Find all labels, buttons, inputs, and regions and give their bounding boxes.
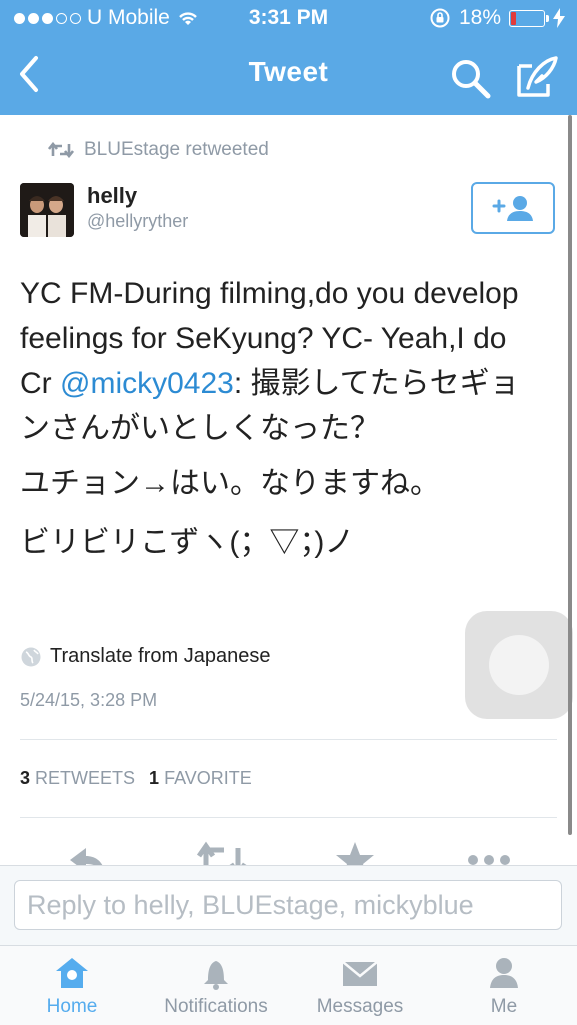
mention-link[interactable]: @micky0423 <box>60 367 234 400</box>
retweet-icon <box>48 142 74 158</box>
retweeted-by-label: BLUEstage retweeted <box>84 139 269 160</box>
battery-percent: 18% <box>458 6 501 29</box>
tab-bar: Home Notifications Messages Me <box>0 945 577 1025</box>
tweet-detail: BLUEstage retweeted helly @hellyryther Y… <box>0 115 577 870</box>
reply-bar: Reply to helly, BLUEstage, mickyblue <box>0 865 577 946</box>
author-name[interactable]: helly <box>87 183 137 209</box>
nav-bar: Tweet <box>0 38 577 115</box>
tweet-timestamp: 5/24/15, 3:28 PM <box>20 690 158 710</box>
status-right: 18% <box>429 6 565 30</box>
tab-me[interactable]: Me <box>432 946 576 1025</box>
favorites-label: FAVORITE <box>164 768 252 788</box>
tab-messages-label: Messages <box>316 996 404 1017</box>
home-icon <box>56 958 88 988</box>
tweet-paragraph-3: ビリビリこずヽ(；▽；)ノ <box>20 526 355 559</box>
battery-icon <box>509 9 549 27</box>
tab-messages[interactable]: Messages <box>288 946 432 1025</box>
tweet-text: YC FM-During filming,do you develop feel… <box>20 271 540 565</box>
assistive-touch-button[interactable] <box>465 611 573 719</box>
reply-input[interactable]: Reply to helly, BLUEstage, mickyblue <box>14 880 562 930</box>
rotation-lock-icon <box>430 8 450 28</box>
search-icon[interactable] <box>448 56 492 100</box>
add-user-icon <box>492 196 533 221</box>
retweets-label: RETWEETS <box>35 768 136 788</box>
envelope-icon <box>342 961 378 986</box>
avatar-photo-icon <box>20 183 74 237</box>
tweet-paragraph-1: YC FM-During filming,do you develop feel… <box>20 271 540 451</box>
follow-button[interactable] <box>471 182 555 234</box>
globe-icon <box>21 647 41 666</box>
tab-home[interactable]: Home <box>0 946 144 1025</box>
charging-bolt-icon <box>553 8 565 28</box>
tab-home-label: Home <box>46 996 98 1017</box>
author-handle[interactable]: @hellyryther <box>87 211 188 232</box>
favorites-stat[interactable]: 1 FAVORITE <box>149 768 252 789</box>
divider <box>20 817 557 818</box>
tweet-paragraph-2: ユチョン→はい。なりますね。 <box>20 467 440 500</box>
tab-notifications[interactable]: Notifications <box>144 946 288 1025</box>
avatar[interactable] <box>20 183 74 237</box>
compose-tweet-icon[interactable] <box>514 54 560 100</box>
translate-link[interactable]: Translate from Japanese <box>20 645 270 668</box>
bell-icon <box>204 961 228 990</box>
tab-me-label: Me <box>490 996 518 1017</box>
translate-label: Translate from Japanese <box>50 645 271 667</box>
status-bar: U Mobile 3:31 PM 18% <box>0 0 577 38</box>
tweet-stats: 3 RETWEETS 1 FAVORITE <box>20 768 252 789</box>
top-header: U Mobile 3:31 PM 18% Tweet <box>0 0 577 115</box>
retweets-stat[interactable]: 3 RETWEETS <box>20 768 135 789</box>
favorites-count: 1 <box>149 768 160 788</box>
retweets-count: 3 <box>20 768 31 788</box>
tab-notifications-label: Notifications <box>164 996 268 1017</box>
divider <box>20 739 557 740</box>
retweeted-by[interactable]: BLUEstage retweeted <box>48 139 269 161</box>
scrollbar[interactable] <box>568 115 572 835</box>
person-icon <box>490 958 518 988</box>
